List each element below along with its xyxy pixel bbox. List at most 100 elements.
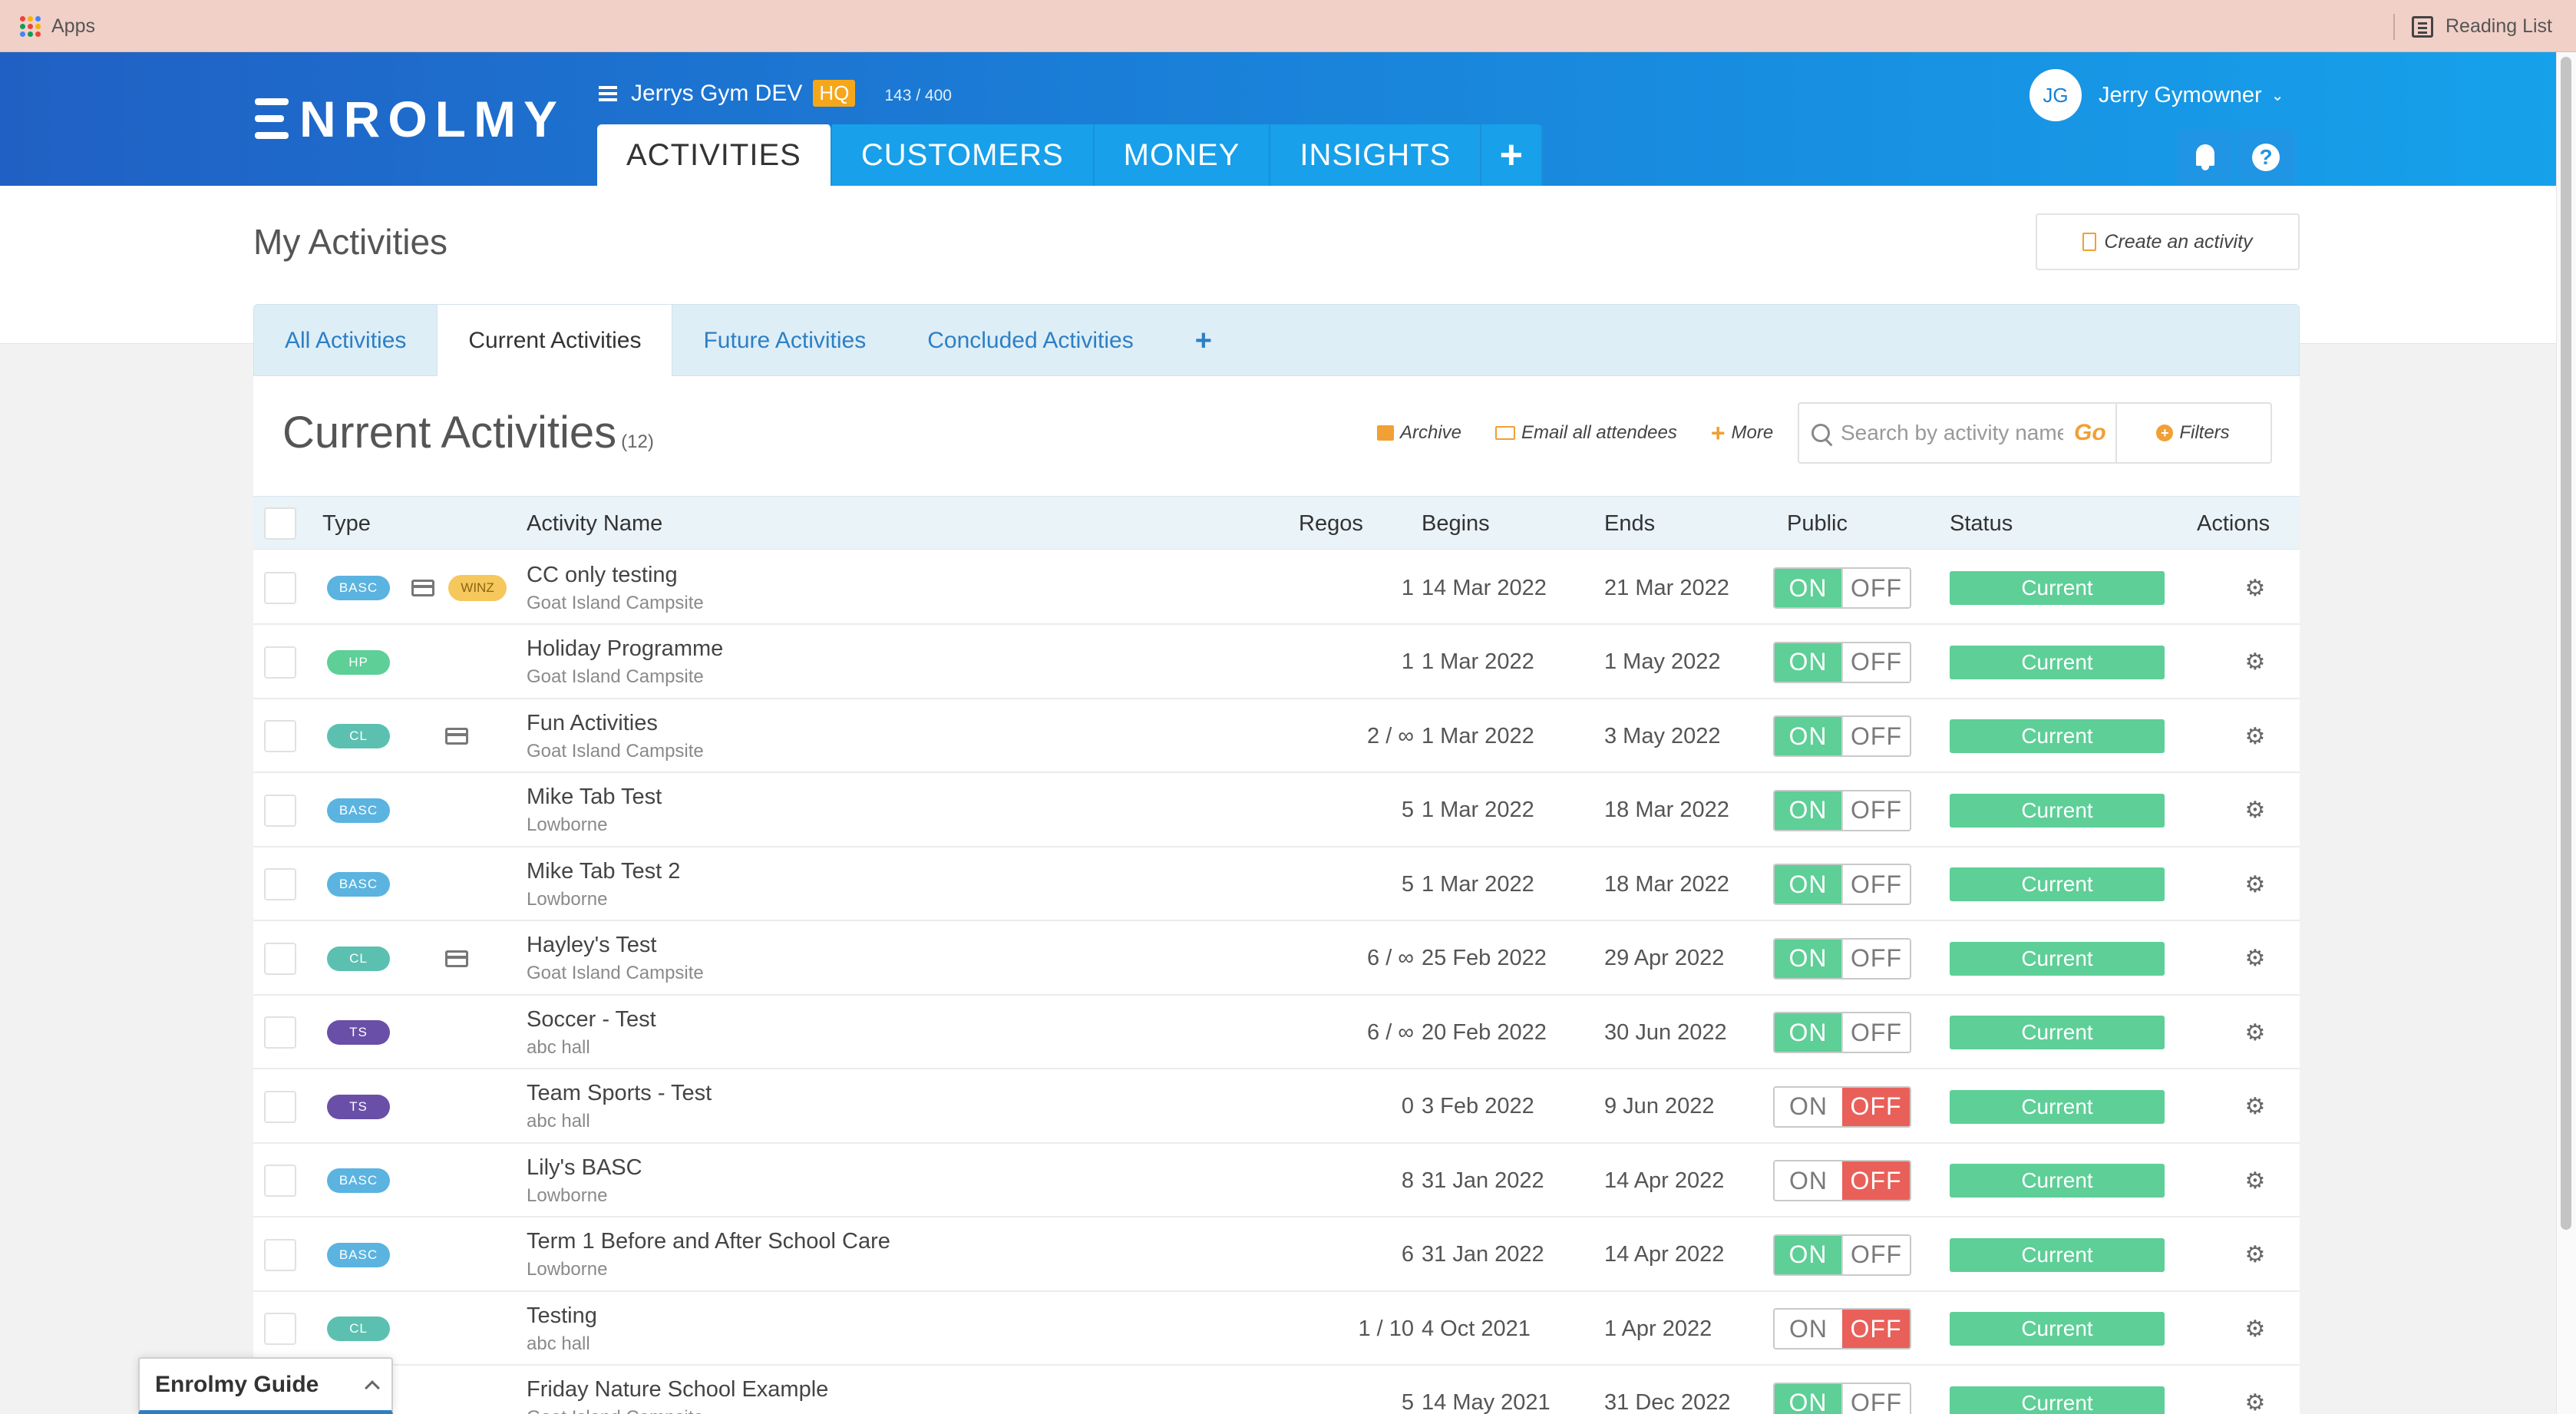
row-checkbox[interactable]: [264, 1165, 296, 1197]
toggle-off[interactable]: OFF: [1841, 1235, 1910, 1274]
col-status[interactable]: Status: [1950, 497, 2013, 550]
gear-icon[interactable]: ⚙: [2243, 1390, 2267, 1414]
search-go-button[interactable]: Go: [2074, 420, 2106, 446]
account-switcher[interactable]: Jerrys Gym DEV HQ 143 / 400: [599, 80, 952, 107]
row-checkbox[interactable]: [264, 868, 296, 900]
table-row[interactable]: CL Testing abc hall 1 / 10 4 Oct 2021 1 Apr 2…: [253, 1292, 2300, 1366]
activity-name-link[interactable]: Term 1 Before and After School Care: [527, 1229, 890, 1254]
public-toggle[interactable]: ON OFF: [1773, 641, 1911, 683]
more-button[interactable]: + More: [1711, 421, 1773, 445]
gear-icon[interactable]: ⚙: [2243, 946, 2267, 971]
gear-icon[interactable]: ⚙: [2243, 1020, 2267, 1046]
toggle-off[interactable]: OFF: [1841, 643, 1910, 682]
public-toggle[interactable]: ON OFF: [1773, 864, 1911, 905]
activity-name-link[interactable]: Team Sports - Test: [527, 1081, 712, 1106]
table-row[interactable]: CL Fun Activities Goat Island Campsite 2 / …: [253, 699, 2300, 773]
activity-name-link[interactable]: Hayley's Test: [527, 933, 656, 958]
checkbox[interactable]: [264, 507, 296, 540]
nav-tab-insights[interactable]: INSIGHTS: [1270, 124, 1482, 186]
toggle-on[interactable]: ON: [1775, 1383, 1841, 1414]
public-toggle[interactable]: ON OFF: [1773, 789, 1911, 831]
toggle-off[interactable]: OFF: [1842, 1087, 1910, 1126]
public-toggle[interactable]: ON OFF: [1773, 1160, 1911, 1201]
row-checkbox[interactable]: [264, 572, 296, 604]
add-tab-button[interactable]: +: [1164, 305, 1243, 377]
gear-icon[interactable]: ⚙: [2243, 649, 2267, 675]
activity-name-link[interactable]: Lily's BASC: [527, 1155, 642, 1181]
toggle-on[interactable]: ON: [1775, 939, 1841, 978]
gear-icon[interactable]: ⚙: [2243, 576, 2267, 601]
gear-icon[interactable]: ⚙: [2243, 872, 2267, 897]
public-toggle[interactable]: ON OFF: [1773, 1012, 1911, 1053]
public-toggle[interactable]: ON OFF: [1773, 1382, 1911, 1414]
row-checkbox[interactable]: [264, 942, 296, 975]
col-begins[interactable]: Begins: [1422, 497, 1490, 550]
tab-current-activities[interactable]: Current Activities: [437, 305, 673, 377]
toggle-on[interactable]: ON: [1775, 569, 1841, 607]
create-activity-button[interactable]: Create an activity: [2036, 213, 2300, 270]
toggle-on[interactable]: ON: [1775, 1310, 1842, 1348]
toggle-on[interactable]: ON: [1775, 1161, 1842, 1200]
activity-name-link[interactable]: Testing: [527, 1303, 597, 1329]
activity-name-link[interactable]: Soccer - Test: [527, 1007, 656, 1032]
toggle-on[interactable]: ON: [1775, 643, 1841, 682]
toggle-off[interactable]: OFF: [1841, 939, 1910, 978]
help-button[interactable]: ?: [2237, 129, 2295, 186]
toggle-on[interactable]: ON: [1775, 1013, 1841, 1052]
row-checkbox[interactable]: [264, 1016, 296, 1049]
notifications-button[interactable]: [2177, 129, 2234, 186]
enrolmy-logo[interactable]: NROLMY: [255, 91, 565, 147]
tab-future-activities[interactable]: Future Activities: [672, 305, 897, 377]
gear-icon[interactable]: ⚙: [2243, 1317, 2267, 1342]
col-regos[interactable]: Regos: [1299, 497, 1363, 550]
table-row[interactable]: BASC Lily's BASC Lowborne 8 31 Jan 2022 14 Ap…: [253, 1144, 2300, 1217]
scrollbar-thumb[interactable]: [2561, 57, 2571, 1230]
row-checkbox[interactable]: [264, 794, 296, 827]
row-checkbox[interactable]: [264, 1090, 296, 1123]
hamburger-menu-icon[interactable]: [599, 85, 617, 101]
nav-tab-activities[interactable]: ACTIVITIES: [597, 124, 832, 186]
table-row[interactable]: Friday Nature School Example Goat Island …: [253, 1366, 2300, 1414]
activity-name-link[interactable]: Holiday Programme: [527, 636, 723, 662]
toggle-off[interactable]: OFF: [1842, 1161, 1910, 1200]
gear-icon[interactable]: ⚙: [2243, 1168, 2267, 1194]
toggle-on[interactable]: ON: [1775, 1235, 1841, 1274]
row-checkbox[interactable]: [264, 1238, 296, 1271]
table-row[interactable]: HP Holiday Programme Goat Island Campsite 1…: [253, 626, 2300, 699]
activity-name-link[interactable]: Fun Activities: [527, 711, 658, 736]
col-public[interactable]: Public: [1787, 497, 1848, 550]
toggle-off[interactable]: OFF: [1841, 865, 1910, 904]
public-toggle[interactable]: ON OFF: [1773, 567, 1911, 609]
enrolmy-guide-widget[interactable]: Enrolmy Guide: [138, 1357, 393, 1414]
table-row[interactable]: TS Soccer - Test abc hall 6 / ∞ 20 Feb 2022 3…: [253, 996, 2300, 1069]
activity-name-link[interactable]: CC only testing: [527, 563, 678, 588]
table-row[interactable]: BASC Term 1 Before and After School Care L…: [253, 1218, 2300, 1292]
email-all-attendees-button[interactable]: Email all attendees: [1495, 422, 1677, 444]
chevron-up-icon[interactable]: [365, 1379, 380, 1396]
reading-list-button[interactable]: Reading List: [2412, 15, 2552, 38]
tab-concluded-activities[interactable]: Concluded Activities: [897, 305, 1164, 377]
public-toggle[interactable]: ON OFF: [1773, 1085, 1911, 1128]
toggle-on[interactable]: ON: [1775, 717, 1841, 755]
activity-name-link[interactable]: Friday Nature School Example: [527, 1377, 828, 1402]
toggle-off[interactable]: OFF: [1842, 1310, 1910, 1348]
toggle-off[interactable]: OFF: [1841, 569, 1910, 607]
toggle-on[interactable]: ON: [1775, 865, 1841, 904]
toggle-off[interactable]: OFF: [1841, 791, 1910, 830]
toggle-off[interactable]: OFF: [1841, 1383, 1910, 1414]
nav-add-button[interactable]: +: [1481, 124, 1544, 186]
table-row[interactable]: BASC WINZ CC only testing Goat Island Camps…: [253, 551, 2300, 625]
table-row[interactable]: BASC Mike Tab Test Lowborne 5 1 Mar 2022 18 M…: [253, 774, 2300, 847]
tab-all-activities[interactable]: All Activities: [254, 305, 437, 377]
public-toggle[interactable]: ON OFF: [1773, 937, 1911, 980]
archive-button[interactable]: Archive: [1377, 422, 1461, 444]
col-type[interactable]: Type: [322, 497, 371, 550]
row-checkbox[interactable]: [264, 646, 296, 679]
toggle-off[interactable]: OFF: [1841, 1013, 1910, 1052]
gear-icon[interactable]: ⚙: [2243, 798, 2267, 823]
search-input[interactable]: [1841, 421, 2063, 445]
gear-icon[interactable]: ⚙: [2243, 724, 2267, 749]
toggle-on[interactable]: ON: [1775, 1087, 1842, 1126]
apps-bookmark[interactable]: Apps: [20, 15, 95, 38]
table-row[interactable]: CL Hayley's Test Goat Island Campsite 6 / ∞…: [253, 922, 2300, 996]
